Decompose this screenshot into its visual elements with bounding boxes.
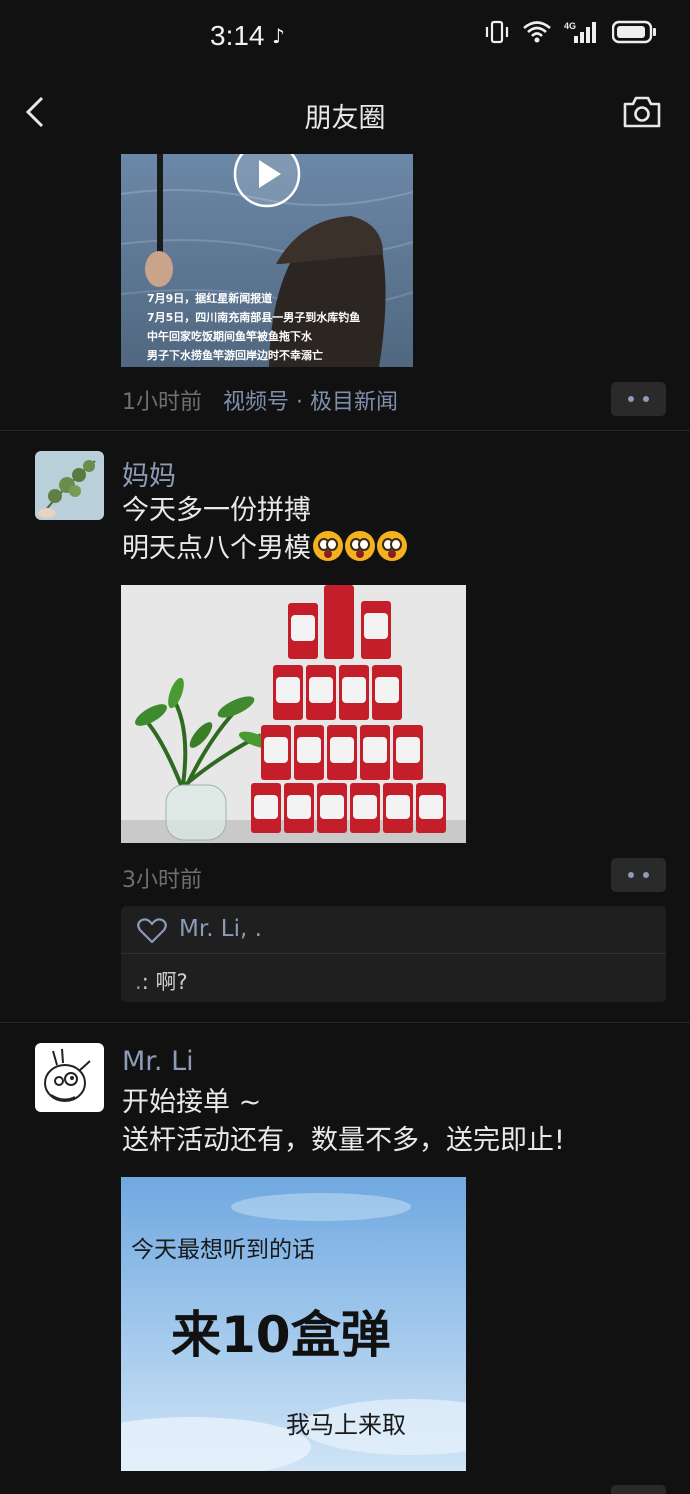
post-text-line: 明天点八个男模 — [122, 533, 311, 564]
video-caption-line: 7月5日，四川南充南部县一男子到水库钓鱼 — [147, 310, 360, 324]
post-text-line: 今天多一份拼搏 — [122, 495, 311, 526]
status-time: 3:14 — [210, 20, 265, 51]
commenter-name[interactable]: . — [135, 970, 142, 994]
avatar-image — [35, 451, 104, 520]
network-label: 4G — [564, 21, 576, 31]
post-text-line: 送杆活动还有，数量不多，送完即止! — [122, 1125, 565, 1156]
heart-icon — [137, 918, 167, 944]
comment-text: : 啊? — [141, 970, 188, 994]
surprised-emoji-icon — [345, 531, 375, 561]
post-mr-li: Mr. Li 开始接单 ~ 送杆活动还有，数量不多，送完即止! 今天最想听到的话… — [0, 1023, 690, 1494]
post-text: 今天多一份拼搏 明天点八个男模 — [122, 492, 407, 568]
post-text: 开始接单 ~ 送杆活动还有，数量不多，送完即止! — [122, 1084, 565, 1160]
surprised-emoji-icon — [377, 531, 407, 561]
meme-line-bottom: 我马上来取 — [286, 1411, 406, 1439]
surprised-emoji-icon — [313, 531, 343, 561]
wifi-icon — [523, 21, 551, 43]
more-button[interactable] — [611, 382, 666, 416]
battery-icon — [612, 20, 656, 44]
video-caption-line: 男子下水捞鱼竿游回岸边时不幸溺亡 — [147, 348, 323, 362]
meme-line-top: 今天最想听到的话 — [131, 1237, 315, 1263]
page-title: 朋友圈 — [304, 103, 386, 134]
more-button[interactable] — [611, 1485, 666, 1494]
avatar[interactable] — [35, 451, 104, 520]
likes-comments-box: Mr. Li, . .: 啊? — [121, 906, 666, 1002]
signal-4g-icon: 4G — [564, 21, 596, 43]
poster-name[interactable]: 妈妈 — [122, 454, 176, 493]
video-caption-line: 7月9日，据红星新闻报道 — [147, 291, 272, 305]
camera-button[interactable] — [622, 94, 662, 130]
avatar-image — [35, 1043, 104, 1112]
post-text-line: 开始接单 ~ — [122, 1087, 262, 1118]
video-source-link[interactable]: 视频号 · 极目新闻 — [223, 390, 398, 415]
post-image-meme[interactable]: 今天最想听到的话 来10盒弹 我马上来取 — [121, 1177, 466, 1471]
video-caption-line: 中午回家吃饭期间鱼竿被鱼拖下水 — [147, 329, 313, 343]
likes-row: Mr. Li, . — [121, 906, 666, 954]
avatar[interactable] — [35, 1043, 104, 1112]
nav-bar: 朋友圈 — [0, 76, 690, 154]
meme-line-main: 来10盒弹 — [171, 1306, 391, 1364]
post-time: 1小时前 — [122, 390, 202, 415]
likes-names[interactable]: Mr. Li, . — [179, 916, 262, 942]
video-thumbnail[interactable]: 7月9日，据红星新闻报道 7月5日，四川南充南部县一男子到水库钓鱼 中午回家吃饭… — [121, 154, 413, 367]
post-meta: 1小时前 视频号 · 极目新闻 — [122, 384, 398, 416]
comment[interactable]: .: 啊? — [135, 966, 188, 996]
post-video: 7月9日，据红星新闻报道 7月5日，四川南充南部县一男子到水库钓鱼 中午回家吃饭… — [0, 154, 690, 430]
tiktok-notification-icon: ♪ — [272, 24, 285, 48]
post-time: 3小时前 — [122, 868, 202, 893]
more-button[interactable] — [611, 858, 666, 892]
status-icons: 4G — [484, 20, 658, 44]
status-bar: 3:14 ♪ 4G — [0, 0, 690, 76]
post-photo-beer-cans[interactable] — [121, 585, 466, 843]
poster-name[interactable]: Mr. Li — [122, 1046, 194, 1077]
vibrate-icon — [485, 20, 509, 44]
camera-icon — [623, 96, 661, 128]
moments-feed[interactable]: 7月9日，据红星新闻报道 7月5日，四川南充南部县一男子到水库钓鱼 中午回家吃饭… — [0, 154, 690, 1494]
